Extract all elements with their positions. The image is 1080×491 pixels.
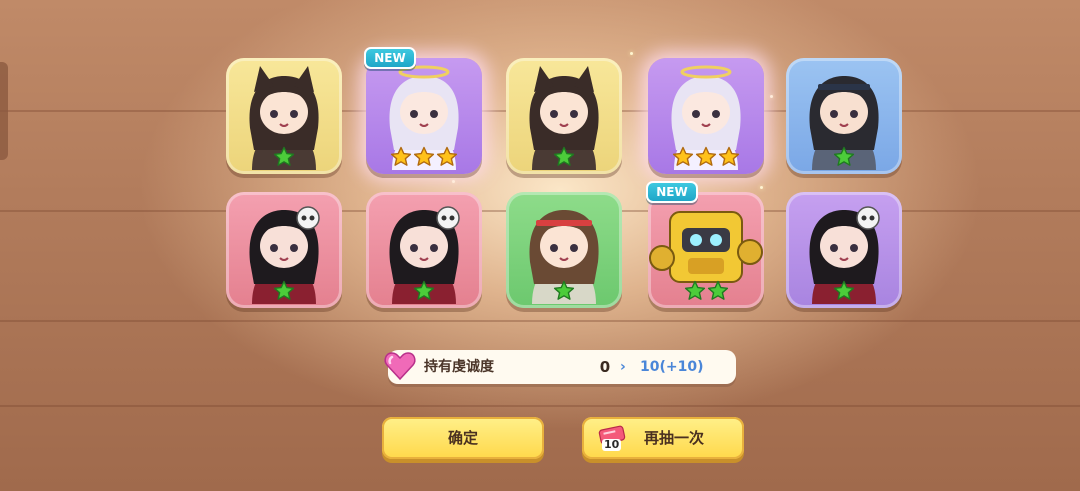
result-card[interactable] bbox=[226, 58, 342, 174]
wood-plank-line bbox=[0, 320, 1080, 322]
star-rating bbox=[648, 146, 764, 168]
star-rating bbox=[226, 146, 342, 168]
star-rating bbox=[786, 280, 902, 302]
star-icon bbox=[833, 280, 855, 300]
chevron-right-icon: › bbox=[620, 359, 626, 375]
confirm-button[interactable]: 确定 bbox=[382, 417, 544, 459]
result-card[interactable] bbox=[506, 58, 622, 174]
star-rating bbox=[506, 280, 622, 302]
star-icon bbox=[273, 146, 295, 166]
side-drawer-tab[interactable] bbox=[0, 62, 8, 160]
confirm-button-label: 确定 bbox=[447, 429, 478, 447]
star-icon bbox=[413, 280, 435, 300]
loyalty-current-value: 0 bbox=[599, 358, 611, 376]
star-icon bbox=[553, 280, 575, 300]
star-rating bbox=[648, 280, 764, 302]
star-icon bbox=[413, 146, 435, 166]
star-rating bbox=[366, 280, 482, 302]
star-icon bbox=[672, 146, 694, 166]
result-card[interactable] bbox=[506, 192, 622, 308]
draw-again-button[interactable]: 10 再抽一次 bbox=[582, 417, 744, 459]
star-icon bbox=[684, 280, 705, 300]
star-icon bbox=[695, 146, 717, 166]
ticket-count: 10 bbox=[602, 438, 622, 451]
star-rating bbox=[366, 146, 482, 168]
result-card[interactable] bbox=[226, 192, 342, 308]
star-icon bbox=[273, 280, 295, 300]
gacha-result-screen: NEW NEW 持有虔诚度 0 › 10(+10) 确定 10 再抽一次 bbox=[0, 0, 1080, 491]
result-card[interactable] bbox=[648, 58, 764, 174]
result-card[interactable] bbox=[786, 58, 902, 174]
star-icon bbox=[707, 280, 728, 300]
result-card-grid: NEW NEW bbox=[226, 47, 906, 308]
result-card[interactable] bbox=[786, 192, 902, 308]
star-icon bbox=[718, 146, 740, 166]
star-icon bbox=[833, 146, 855, 166]
loyalty-bar: 持有虔诚度 0 › 10(+10) bbox=[384, 350, 736, 384]
star-rating bbox=[786, 146, 902, 168]
loyalty-next-value: 10(+10) bbox=[640, 359, 704, 375]
wood-plank-line bbox=[0, 405, 1080, 407]
star-icon bbox=[553, 146, 575, 166]
star-icon bbox=[436, 146, 458, 166]
loyalty-label: 持有虔诚度 bbox=[424, 359, 494, 375]
result-card[interactable] bbox=[366, 58, 482, 174]
star-rating bbox=[226, 280, 342, 302]
result-card[interactable] bbox=[648, 192, 764, 308]
new-badge: NEW bbox=[646, 181, 698, 203]
result-card[interactable] bbox=[366, 192, 482, 308]
star-rating bbox=[506, 146, 622, 168]
draw-again-button-label: 再抽一次 bbox=[644, 429, 705, 447]
sparkle bbox=[630, 52, 633, 55]
new-badge: NEW bbox=[364, 47, 416, 69]
heart-gem-icon bbox=[384, 352, 416, 381]
star-icon bbox=[390, 146, 412, 166]
